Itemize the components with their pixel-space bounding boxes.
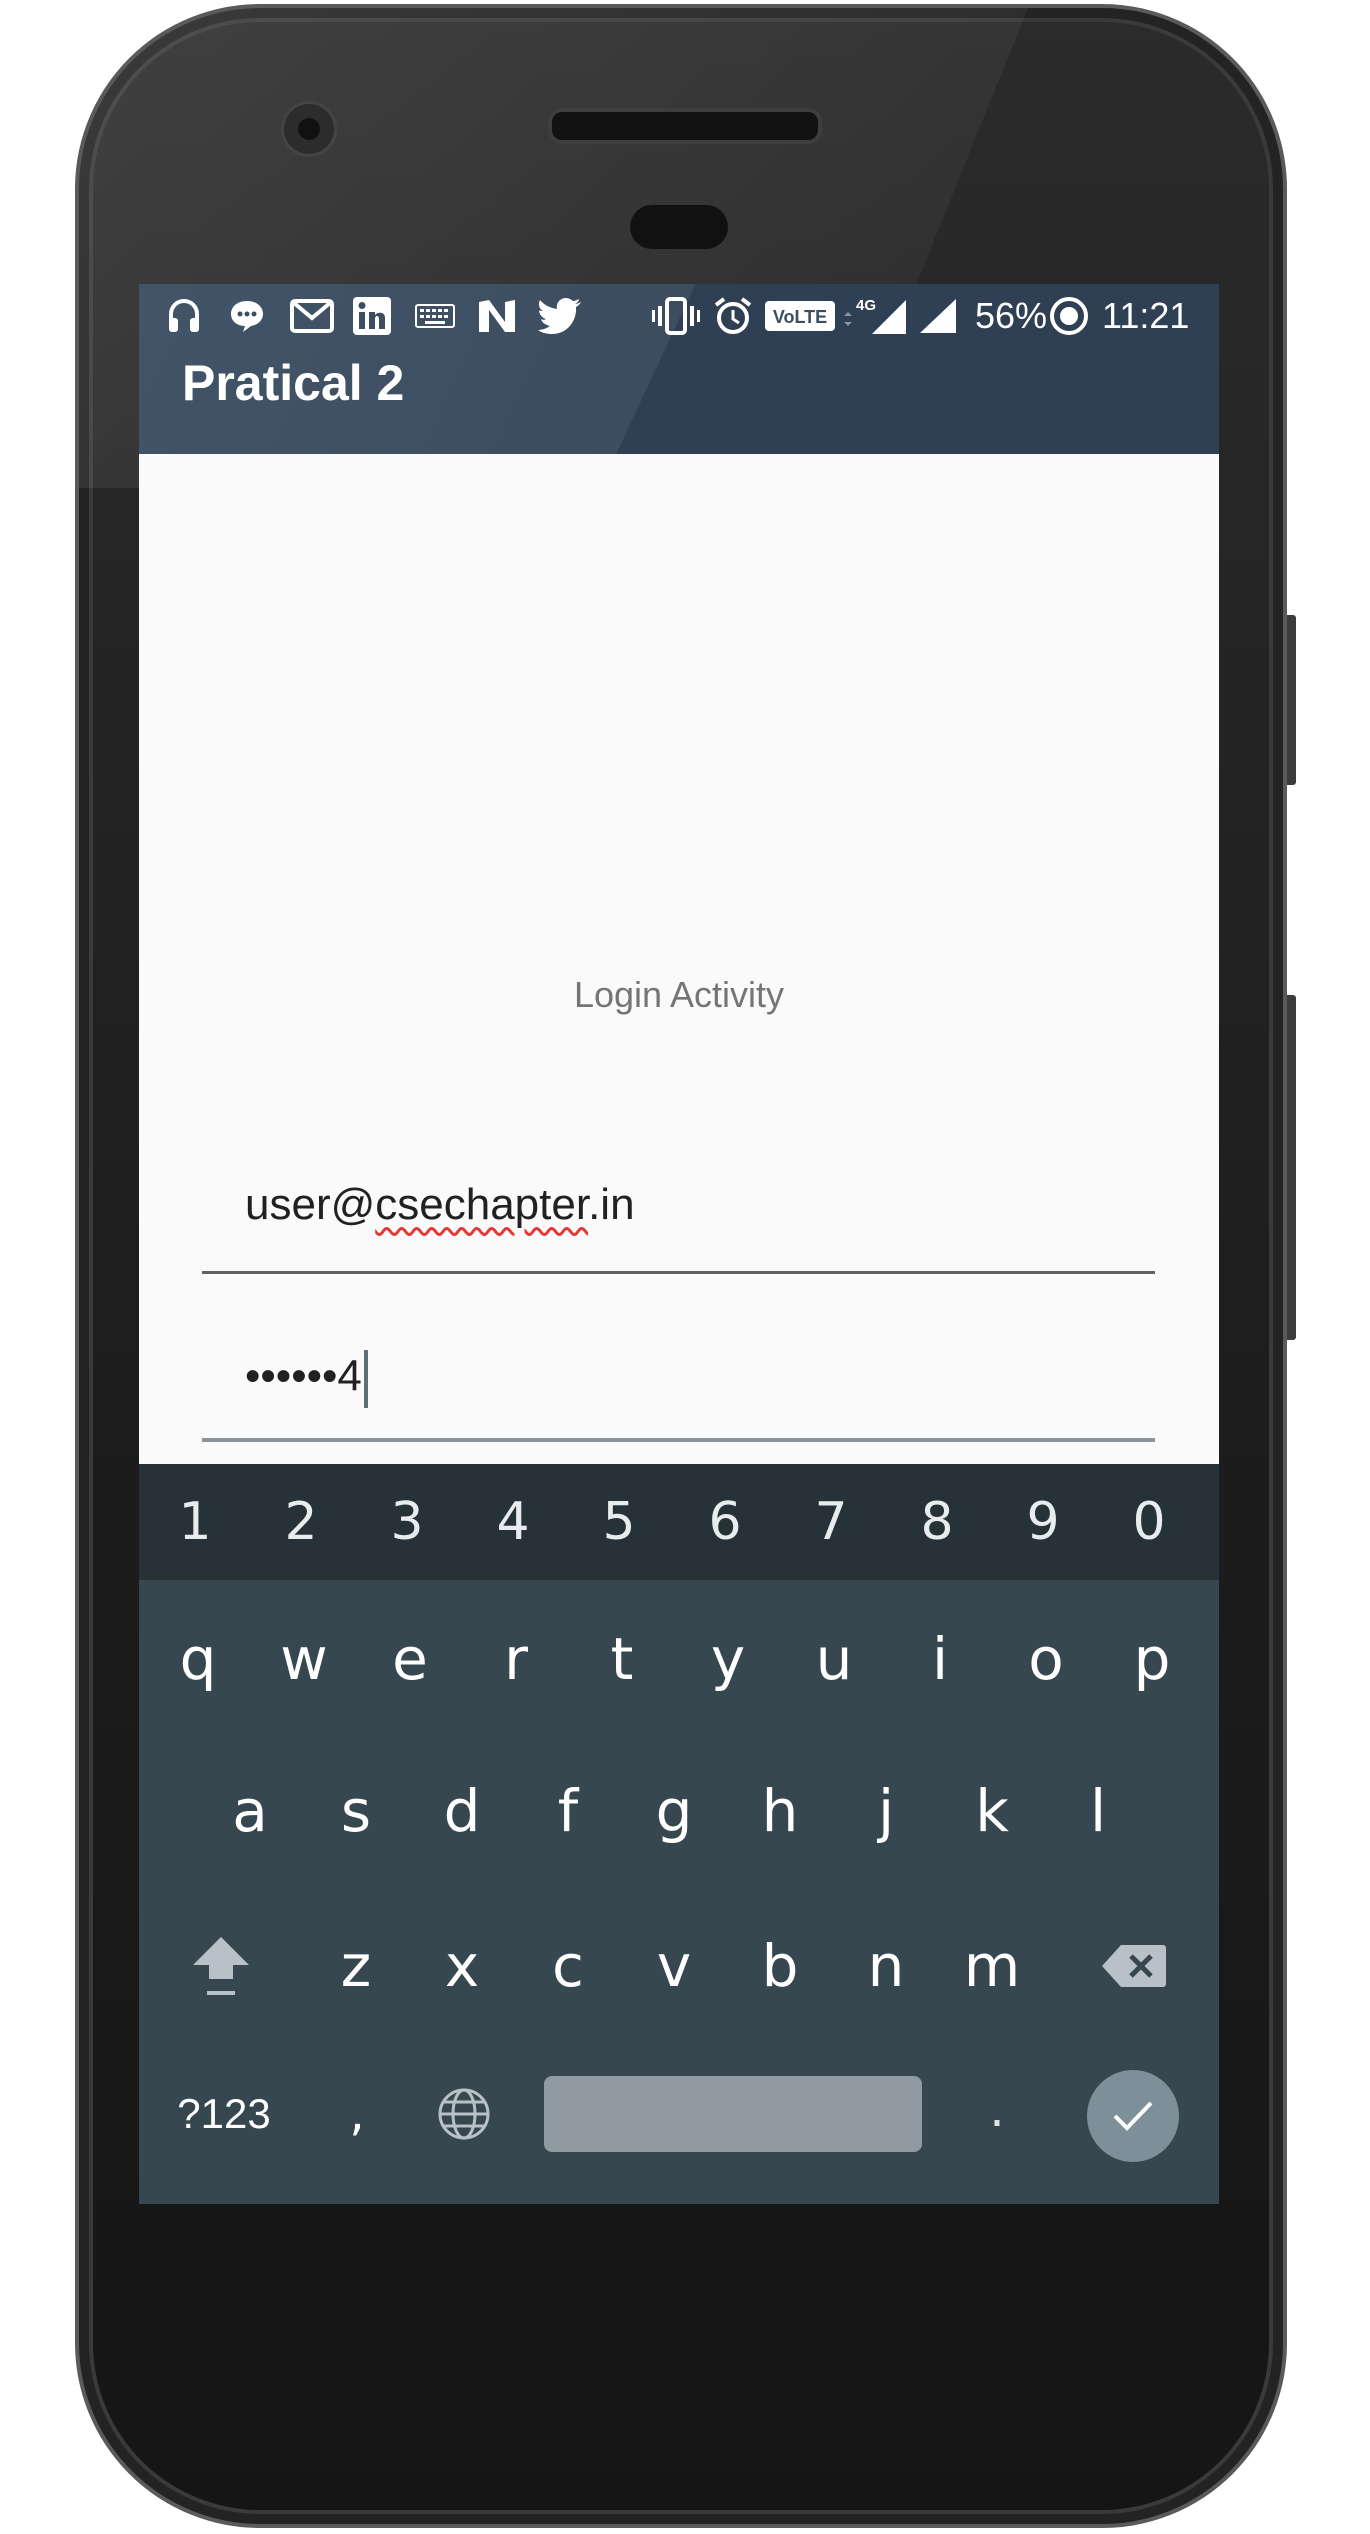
key-p[interactable]: p	[1102, 1584, 1202, 1734]
password-field[interactable]: ••••••4	[202, 1344, 1155, 1442]
n-icon	[475, 296, 519, 336]
key-e[interactable]: e	[360, 1584, 460, 1734]
shift-key[interactable]	[171, 1891, 271, 2041]
gmail-icon	[289, 296, 335, 336]
key-x[interactable]: x	[412, 1891, 512, 2041]
key-6[interactable]: 6	[675, 1464, 775, 1580]
backspace-key[interactable]	[1079, 1891, 1189, 2041]
key-a[interactable]: a	[200, 1736, 300, 1886]
email-underline	[202, 1271, 1155, 1274]
linkedin-icon	[351, 296, 393, 336]
key-n[interactable]: n	[836, 1891, 936, 2041]
shift-icon	[193, 1937, 249, 1995]
language-key[interactable]	[414, 2064, 514, 2164]
key-z[interactable]: z	[306, 1891, 406, 2041]
app-title: Pratical 2	[182, 355, 405, 411]
key-r[interactable]: r	[466, 1584, 566, 1734]
front-camera	[281, 101, 337, 157]
app-bar: VoLTE 4G 56% 11:21 Pratical 2	[139, 284, 1219, 454]
text-cursor	[363, 1350, 368, 1408]
headphones-icon	[164, 296, 204, 336]
key-row-3: z x c v b n m	[139, 1891, 1219, 2041]
key-7[interactable]: 7	[781, 1464, 881, 1580]
clock: 11:21	[1102, 295, 1190, 336]
key-5[interactable]: 5	[569, 1464, 669, 1580]
key-row-1: q w e r t y u i o p	[139, 1584, 1219, 1734]
email-suffix: .in	[588, 1180, 635, 1229]
status-bar: VoLTE 4G 56% 11:21	[139, 284, 1219, 347]
earpiece-speaker	[548, 108, 822, 144]
key-c[interactable]: c	[518, 1891, 618, 2041]
key-k[interactable]: k	[942, 1736, 1042, 1886]
key-4[interactable]: 4	[463, 1464, 563, 1580]
checkmark-icon	[1113, 2101, 1153, 2131]
key-9[interactable]: 9	[993, 1464, 1093, 1580]
key-j[interactable]: j	[836, 1736, 936, 1886]
svg-text:4G: 4G	[856, 297, 876, 314]
period-key[interactable]: .	[947, 2060, 1047, 2160]
twitter-icon	[537, 296, 583, 336]
key-b[interactable]: b	[730, 1891, 830, 2041]
password-underline	[202, 1438, 1155, 1442]
key-v[interactable]: v	[624, 1891, 724, 2041]
key-w[interactable]: w	[254, 1584, 354, 1734]
keyboard-icon	[414, 296, 456, 336]
email-field[interactable]: user@csechapter.in	[202, 1174, 1155, 1274]
key-s[interactable]: s	[306, 1736, 406, 1886]
alarm-icon	[711, 296, 755, 336]
key-3[interactable]: 3	[357, 1464, 457, 1580]
soft-keyboard: 1 2 3 4 5 6 7 8 9 0 q w e r t y u i o p …	[139, 1464, 1219, 2204]
battery-icon	[1047, 296, 1091, 336]
phone-chin	[140, 2205, 1220, 2385]
key-m[interactable]: m	[942, 1891, 1042, 2041]
globe-icon	[438, 2088, 490, 2140]
done-key[interactable]	[1087, 2070, 1179, 2162]
key-1[interactable]: 1	[145, 1464, 245, 1580]
key-t[interactable]: t	[572, 1584, 672, 1734]
chat-icon	[227, 296, 267, 336]
number-row: 1 2 3 4 5 6 7 8 9 0	[139, 1464, 1219, 1580]
symbols-key[interactable]: ?123	[164, 2064, 284, 2164]
battery-percent: 56%	[975, 295, 1048, 336]
key-i[interactable]: i	[890, 1584, 990, 1734]
key-8[interactable]: 8	[887, 1464, 987, 1580]
key-0[interactable]: 0	[1099, 1464, 1199, 1580]
screen: VoLTE 4G 56% 11:21 Pratical 2 Login Acti…	[139, 284, 1219, 2204]
key-y[interactable]: y	[678, 1584, 778, 1734]
proximity-sensor	[630, 205, 728, 249]
email-prefix: user@	[245, 1180, 376, 1229]
volte-icon: VoLTE	[764, 296, 836, 336]
key-l[interactable]: l	[1048, 1736, 1148, 1886]
key-q[interactable]: q	[148, 1584, 248, 1734]
login-activity-label: Login Activity	[573, 974, 785, 1015]
signal-icon	[914, 296, 960, 336]
backspace-icon	[1102, 1945, 1166, 1987]
key-f[interactable]: f	[518, 1736, 618, 1886]
email-spellcheck-word: csechapter	[375, 1180, 589, 1229]
key-d[interactable]: d	[412, 1736, 512, 1886]
key-o[interactable]: o	[996, 1584, 1096, 1734]
vibrate-icon	[651, 296, 701, 336]
signal-4g-icon: 4G	[839, 296, 909, 336]
key-h[interactable]: h	[730, 1736, 830, 1886]
password-value: ••••••4	[245, 1351, 362, 1401]
key-g[interactable]: g	[624, 1736, 724, 1886]
comma-key[interactable]: ,	[307, 2062, 407, 2166]
space-key[interactable]	[544, 2076, 922, 2152]
svg-text:VoLTE: VoLTE	[773, 307, 827, 327]
key-u[interactable]: u	[784, 1584, 884, 1734]
key-row-2: a s d f g h j k l	[139, 1736, 1219, 1886]
key-2[interactable]: 2	[251, 1464, 351, 1580]
